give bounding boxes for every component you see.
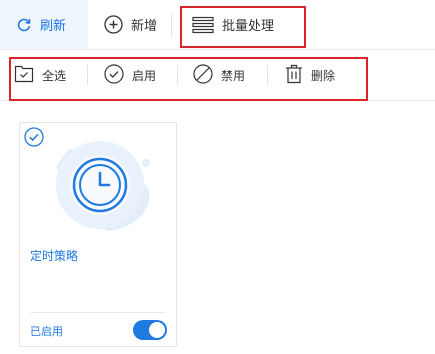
check-circle-icon	[104, 63, 124, 87]
disable-label: 禁用	[221, 68, 246, 83]
divider	[267, 65, 268, 85]
toggle-knob	[149, 322, 165, 338]
batch-action-bar: 全选 启用 禁用 删除	[0, 50, 435, 101]
main-toolbar: 刷新 新增 批量处理	[0, 0, 435, 50]
delete-button[interactable]: 删除	[285, 50, 335, 100]
batch-process-button[interactable]: 批量处理	[192, 0, 274, 49]
refresh-icon	[16, 17, 32, 33]
card-divider	[30, 312, 166, 313]
policy-card[interactable]: 定时策略 已启用	[19, 122, 177, 347]
plus-circle-icon	[104, 15, 123, 34]
divider	[177, 65, 178, 85]
card-title: 定时策略	[30, 249, 79, 263]
delete-label: 删除	[311, 68, 336, 83]
enable-button[interactable]: 启用	[104, 50, 156, 100]
select-all-button[interactable]: 全选	[14, 50, 66, 100]
select-all-icon	[14, 65, 34, 86]
enable-toggle[interactable]	[133, 320, 167, 340]
enable-label: 启用	[132, 68, 157, 83]
add-label: 新增	[131, 19, 158, 34]
divider	[87, 65, 88, 85]
batch-process-label: 批量处理	[222, 19, 275, 34]
add-button[interactable]: 新增	[104, 0, 157, 49]
disable-button[interactable]: 禁用	[193, 50, 245, 100]
list-lines-icon	[192, 16, 214, 34]
clock-icon	[42, 133, 160, 237]
status-text: 已启用	[30, 325, 63, 338]
checkbox-checked-icon[interactable]	[24, 127, 44, 151]
forbidden-icon	[193, 63, 213, 87]
toolbar-divider	[171, 14, 172, 36]
refresh-label: 刷新	[40, 19, 67, 34]
refresh-button[interactable]: 刷新	[0, 0, 88, 49]
trash-icon	[285, 64, 303, 87]
select-all-label: 全选	[42, 68, 67, 83]
